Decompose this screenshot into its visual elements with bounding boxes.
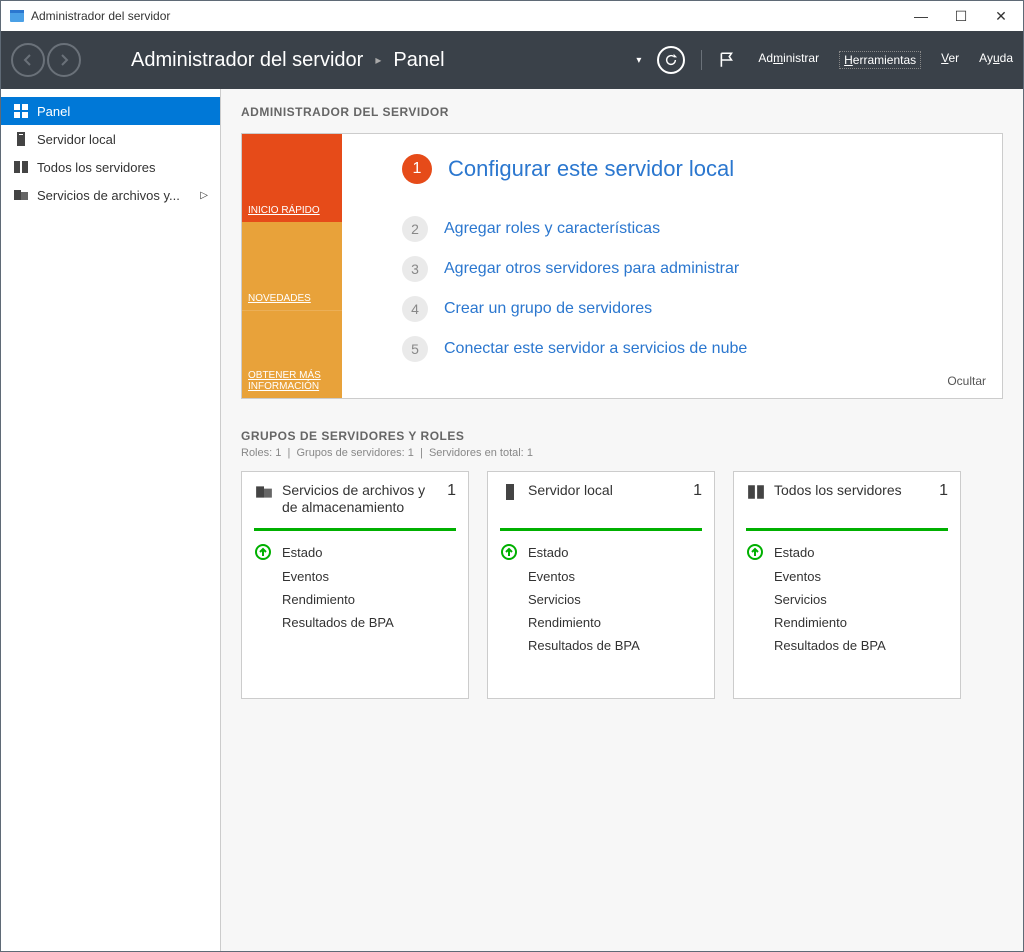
role-count: 1	[447, 482, 456, 500]
role-row-services[interactable]: Servicios	[500, 588, 702, 611]
role-count: 1	[693, 482, 702, 500]
files-icon	[13, 187, 29, 203]
content-area: ADMINISTRADOR DEL SERVIDOR INICIO RÁPIDO…	[221, 89, 1023, 951]
role-row-status[interactable]: Estado	[746, 539, 948, 565]
refresh-button[interactable]	[657, 46, 685, 74]
hide-button[interactable]: Ocultar	[947, 374, 986, 388]
menu-tools[interactable]: Herramientas	[839, 51, 921, 69]
step-configure-server[interactable]: 1 Configurar este servidor local	[402, 154, 972, 184]
sidebar-item-label: Servidor local	[37, 132, 208, 147]
welcome-heading: ADMINISTRADOR DEL SERVIDOR	[241, 105, 1003, 119]
role-title: Servicios de archivos y de almacenamient…	[282, 482, 439, 516]
step-link: Configurar este servidor local	[448, 156, 734, 182]
sidebar-item-label: Servicios de archivos y...	[37, 188, 192, 203]
status-ok-icon	[746, 543, 764, 561]
menu-help[interactable]: Ayuda	[979, 51, 1013, 69]
step-add-servers[interactable]: 3 Agregar otros servidores para administ…	[402, 256, 972, 282]
role-row-events[interactable]: Eventos	[254, 565, 456, 588]
role-row-perf[interactable]: Rendimiento	[746, 611, 948, 634]
notifications-flag-icon[interactable]	[718, 51, 736, 69]
menu-view[interactable]: Ver	[941, 51, 959, 69]
role-tile-all-servers[interactable]: Todos los servidores 1 Estado Eventos Se…	[733, 471, 961, 699]
role-row-perf[interactable]: Rendimiento	[500, 611, 702, 634]
groups-heading: GRUPOS DE SERVIDORES Y ROLES	[241, 429, 1003, 443]
step-link: Conectar este servidor a servicios de nu…	[444, 340, 747, 358]
app-icon	[9, 8, 25, 24]
role-tile-file-services[interactable]: Servicios de archivos y de almacenamient…	[241, 471, 469, 699]
step-link: Agregar otros servidores para administra…	[444, 260, 739, 278]
welcome-card: INICIO RÁPIDO NOVEDADES OBTENER MÁS INFO…	[241, 133, 1003, 399]
breadcrumb: Administrador del servidor ▸ Panel	[131, 49, 445, 72]
files-icon	[254, 482, 274, 502]
chevron-right-icon: ▷	[200, 190, 208, 201]
step-connect-cloud[interactable]: 5 Conectar este servidor a servicios de …	[402, 336, 972, 362]
role-tile-local-server[interactable]: Servidor local 1 Estado Eventos Servicio…	[487, 471, 715, 699]
chevron-right-icon: ▸	[375, 53, 381, 67]
breadcrumb-app[interactable]: Administrador del servidor	[131, 49, 363, 72]
window-titlebar: Administrador del servidor — ☐ ✕	[1, 1, 1023, 31]
minimize-button[interactable]: —	[911, 8, 931, 25]
role-count: 1	[939, 482, 948, 500]
nav-back-button[interactable]	[11, 43, 45, 77]
sidebar-item-label: Panel	[37, 104, 208, 119]
step-number: 5	[402, 336, 428, 362]
tile-learnmore[interactable]: OBTENER MÁS INFORMACIÓN	[242, 310, 342, 398]
step-number: 3	[402, 256, 428, 282]
step-number: 2	[402, 216, 428, 242]
nav-forward-button[interactable]	[47, 43, 81, 77]
sidebar-item-label: Todos los servidores	[37, 160, 208, 175]
sidebar: Panel Servidor local Todos los servidore…	[1, 89, 221, 951]
step-number: 4	[402, 296, 428, 322]
tile-whatsnew[interactable]: NOVEDADES	[242, 222, 342, 310]
status-bar	[254, 528, 456, 531]
role-row-bpa[interactable]: Resultados de BPA	[254, 611, 456, 634]
role-row-services[interactable]: Servicios	[746, 588, 948, 611]
step-create-group[interactable]: 4 Crear un grupo de servidores	[402, 296, 972, 322]
role-title: Servidor local	[528, 482, 685, 499]
breadcrumb-page[interactable]: Panel	[393, 49, 444, 72]
role-row-bpa[interactable]: Resultados de BPA	[746, 634, 948, 657]
step-add-roles[interactable]: 2 Agregar roles y características	[402, 216, 972, 242]
dashboard-icon	[13, 103, 29, 119]
step-link: Crear un grupo de servidores	[444, 300, 652, 318]
window-title: Administrador del servidor	[31, 9, 911, 23]
role-row-events[interactable]: Eventos	[746, 565, 948, 588]
sidebar-item-local-server[interactable]: Servidor local	[1, 125, 220, 153]
server-single-icon	[500, 482, 520, 502]
status-ok-icon	[500, 543, 518, 561]
role-title: Todos los servidores	[774, 482, 931, 499]
role-row-status[interactable]: Estado	[500, 539, 702, 565]
maximize-button[interactable]: ☐	[951, 8, 971, 25]
groups-subheading: Roles: 1 | Grupos de servidores: 1 | Ser…	[241, 447, 1003, 459]
step-number: 1	[402, 154, 432, 184]
status-ok-icon	[254, 543, 272, 561]
role-row-events[interactable]: Eventos	[500, 565, 702, 588]
role-row-bpa[interactable]: Resultados de BPA	[500, 634, 702, 657]
server-single-icon	[13, 131, 29, 147]
role-row-status[interactable]: Estado	[254, 539, 456, 565]
top-banner: Administrador del servidor ▸ Panel ▾ Adm…	[1, 31, 1023, 89]
divider	[701, 50, 702, 70]
server-multi-icon	[13, 159, 29, 175]
close-button[interactable]: ✕	[991, 8, 1011, 25]
sidebar-item-all-servers[interactable]: Todos los servidores	[1, 153, 220, 181]
sidebar-item-file-services[interactable]: Servicios de archivos y... ▷	[1, 181, 220, 209]
tile-quickstart[interactable]: INICIO RÁPIDO	[242, 134, 342, 222]
menu-manage[interactable]: Administrar	[758, 51, 819, 69]
breadcrumb-dropdown[interactable]: ▾	[636, 55, 641, 66]
role-row-perf[interactable]: Rendimiento	[254, 588, 456, 611]
sidebar-item-panel[interactable]: Panel	[1, 97, 220, 125]
step-link: Agregar roles y características	[444, 220, 660, 238]
status-bar	[500, 528, 702, 531]
status-bar	[746, 528, 948, 531]
server-multi-icon	[746, 482, 766, 502]
